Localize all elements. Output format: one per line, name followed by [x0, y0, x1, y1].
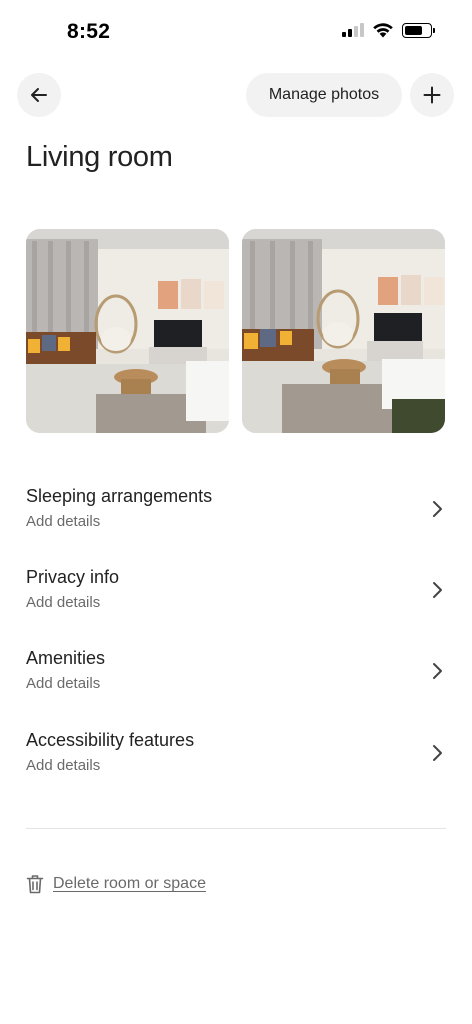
- plus-icon: [423, 86, 441, 104]
- divider: [26, 828, 446, 829]
- status-bar: 8:52: [0, 0, 472, 64]
- chevron-right-icon: [433, 745, 442, 761]
- battery-icon: [402, 22, 435, 38]
- trash-icon: [26, 875, 44, 894]
- accessibility-features-row[interactable]: Accessibility features Add details: [26, 730, 448, 790]
- room-photo-image: [242, 229, 445, 433]
- room-photo-image: [26, 229, 229, 433]
- manage-photos-label: Manage photos: [268, 86, 380, 103]
- cellular-signal-icon: [342, 23, 364, 37]
- section-subtitle: Add details: [26, 757, 101, 774]
- section-title: Sleeping arrangements: [26, 486, 213, 506]
- add-button[interactable]: [410, 73, 454, 117]
- room-photo-1[interactable]: [26, 229, 229, 433]
- section-title: Privacy info: [26, 567, 120, 587]
- status-time: 8:52: [67, 20, 111, 43]
- sleeping-arrangements-row[interactable]: Sleeping arrangements Add details: [26, 486, 448, 546]
- privacy-info-row[interactable]: Privacy info Add details: [26, 567, 448, 627]
- section-title: Amenities: [26, 648, 106, 668]
- section-subtitle: Add details: [26, 594, 101, 611]
- room-photo-2[interactable]: [242, 229, 445, 433]
- section-subtitle: Add details: [26, 513, 101, 530]
- back-button[interactable]: [17, 73, 61, 117]
- amenities-row[interactable]: Amenities Add details: [26, 648, 448, 708]
- chevron-right-icon: [433, 501, 442, 517]
- chevron-right-icon: [433, 663, 442, 679]
- section-subtitle: Add details: [26, 675, 101, 692]
- wifi-icon: [373, 23, 393, 38]
- section-title: Accessibility features: [26, 730, 195, 750]
- manage-photos-button[interactable]: Manage photos: [246, 73, 402, 117]
- delete-room-button[interactable]: Delete room or space: [26, 872, 206, 896]
- delete-room-label: Delete room or space: [53, 875, 206, 892]
- battery-level: [405, 25, 422, 35]
- page-title: Living room: [26, 141, 173, 173]
- chevron-right-icon: [433, 582, 442, 598]
- arrow-left-icon: [31, 88, 47, 102]
- status-icons: [342, 22, 435, 38]
